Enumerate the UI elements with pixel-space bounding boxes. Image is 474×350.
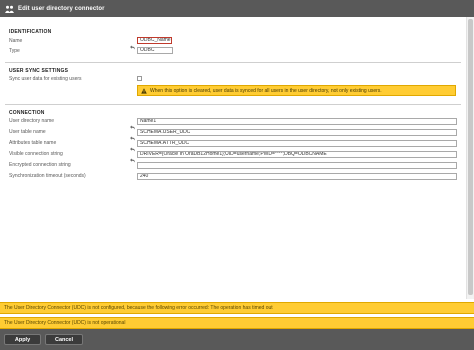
dialog-title: Edit user directory connector <box>18 5 105 12</box>
sync-warning-box: When this option is cleared, user data i… <box>137 85 456 96</box>
undo-icon[interactable] <box>129 151 136 163</box>
identification-heading: IDENTIFICATION <box>9 29 52 35</box>
apply-button[interactable]: Apply <box>4 334 41 345</box>
sync-timeout-label: Synchronization timeout (seconds) <box>9 173 86 179</box>
vertical-scrollbar[interactable] <box>466 17 474 299</box>
sync-existing-label: Sync user data for existing users <box>9 76 82 82</box>
connection-string-label: Visible connection string <box>9 151 63 157</box>
error-banner-text: The User Directory Connector (UDC) is no… <box>4 320 126 326</box>
undo-icon[interactable] <box>129 38 136 50</box>
connection-heading: CONNECTION <box>9 110 45 116</box>
name-field[interactable]: ODBC_Name1 <box>137 37 172 44</box>
error-banner-text: The User Directory Connector (UDC) is no… <box>4 305 273 311</box>
encrypted-string-field[interactable] <box>137 162 457 169</box>
directory-name-label: User directory name <box>9 118 55 124</box>
name-label: Name <box>9 38 23 44</box>
section-divider <box>5 104 461 105</box>
attributes-table-label: Attributes table name <box>9 140 57 146</box>
attributes-table-field[interactable]: SCHEMA.ATTR_UDC <box>137 140 457 147</box>
error-banner: The User Directory Connector (UDC) is no… <box>0 302 474 314</box>
user-table-field[interactable]: SCHEMA.USER_UDC <box>137 129 457 136</box>
undo-icon[interactable] <box>129 129 136 141</box>
sync-existing-checkbox[interactable] <box>137 76 142 81</box>
sync-timeout-field[interactable]: 240 <box>137 173 457 180</box>
encrypted-string-label: Encrypted connection string <box>9 162 71 168</box>
error-banner: The User Directory Connector (UDC) is no… <box>0 317 474 329</box>
edit-connector-icon <box>4 4 14 14</box>
dialog-footer: Apply Cancel <box>0 329 474 350</box>
user-table-label: User table name <box>9 129 46 135</box>
undo-icon[interactable] <box>129 118 136 130</box>
type-field: ODBC <box>137 47 173 54</box>
dialog-title-bar: Edit user directory connector <box>0 0 474 17</box>
directory-name-field[interactable]: Name1 <box>137 118 457 125</box>
user-sync-heading: USER SYNC SETTINGS <box>9 68 69 74</box>
scrollbar-thumb[interactable] <box>468 19 473 295</box>
type-label: Type <box>9 48 20 54</box>
dialog-content: IDENTIFICATION Name ODBC_Name1 Type ODBC… <box>0 17 466 299</box>
cancel-button[interactable]: Cancel <box>45 334 83 345</box>
warning-icon <box>141 87 147 94</box>
section-divider <box>5 62 461 63</box>
sync-warning-text: When this option is cleared, user data i… <box>150 87 382 94</box>
undo-icon[interactable] <box>129 140 136 152</box>
connection-string-field[interactable]: DRIVER={Oracle In OraDB12Home1};UID=user… <box>137 151 457 158</box>
